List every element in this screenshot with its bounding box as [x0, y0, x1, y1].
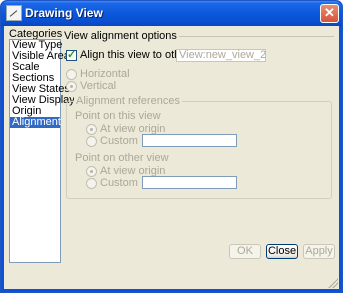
- this-view-custom-label: Custom: [100, 135, 138, 147]
- drawing-view-icon: [6, 5, 22, 21]
- apply-button[interactable]: Apply: [303, 244, 335, 259]
- dialog-window: Drawing View ✕ Categories View Type Visi…: [0, 0, 343, 293]
- horizontal-radio[interactable]: [66, 69, 77, 80]
- vertical-radio-label: Vertical: [80, 80, 117, 92]
- close-window-button[interactable]: ✕: [320, 4, 339, 23]
- this-view-custom-radio[interactable]: [86, 136, 97, 147]
- horizontal-radio-label: Horizontal: [80, 68, 130, 80]
- this-view-origin-radio[interactable]: [86, 124, 97, 135]
- dialog-body: Categories View Type Visible Area Scale …: [4, 26, 339, 289]
- other-view-custom-field[interactable]: [142, 176, 237, 189]
- point-other-view-label: Point on other view: [75, 152, 169, 164]
- alignment-references-title: Alignment references: [74, 95, 182, 107]
- category-alignment[interactable]: Alignment: [10, 117, 61, 128]
- categories-list: View Type Visible Area Scale Sections Vi…: [9, 39, 75, 263]
- window-title: Drawing View: [25, 6, 103, 20]
- alignment-options-title: View alignment options: [64, 30, 177, 42]
- other-view-custom-label: Custom: [100, 177, 138, 189]
- align-view-checkbox[interactable]: [66, 48, 77, 61]
- title-bar[interactable]: Drawing View ✕: [1, 1, 342, 26]
- section-divider: [179, 36, 334, 37]
- vertical-radio[interactable]: [66, 81, 77, 92]
- point-this-view-label: Point on this view: [75, 110, 161, 122]
- resize-grip[interactable]: [328, 278, 338, 288]
- close-button[interactable]: Close: [266, 244, 298, 259]
- ok-button[interactable]: OK: [229, 244, 261, 259]
- this-view-custom-field[interactable]: [142, 134, 237, 147]
- other-view-field[interactable]: View:new_view_2: [176, 49, 266, 62]
- other-view-custom-radio[interactable]: [86, 178, 97, 189]
- other-view-origin-radio[interactable]: [86, 166, 97, 177]
